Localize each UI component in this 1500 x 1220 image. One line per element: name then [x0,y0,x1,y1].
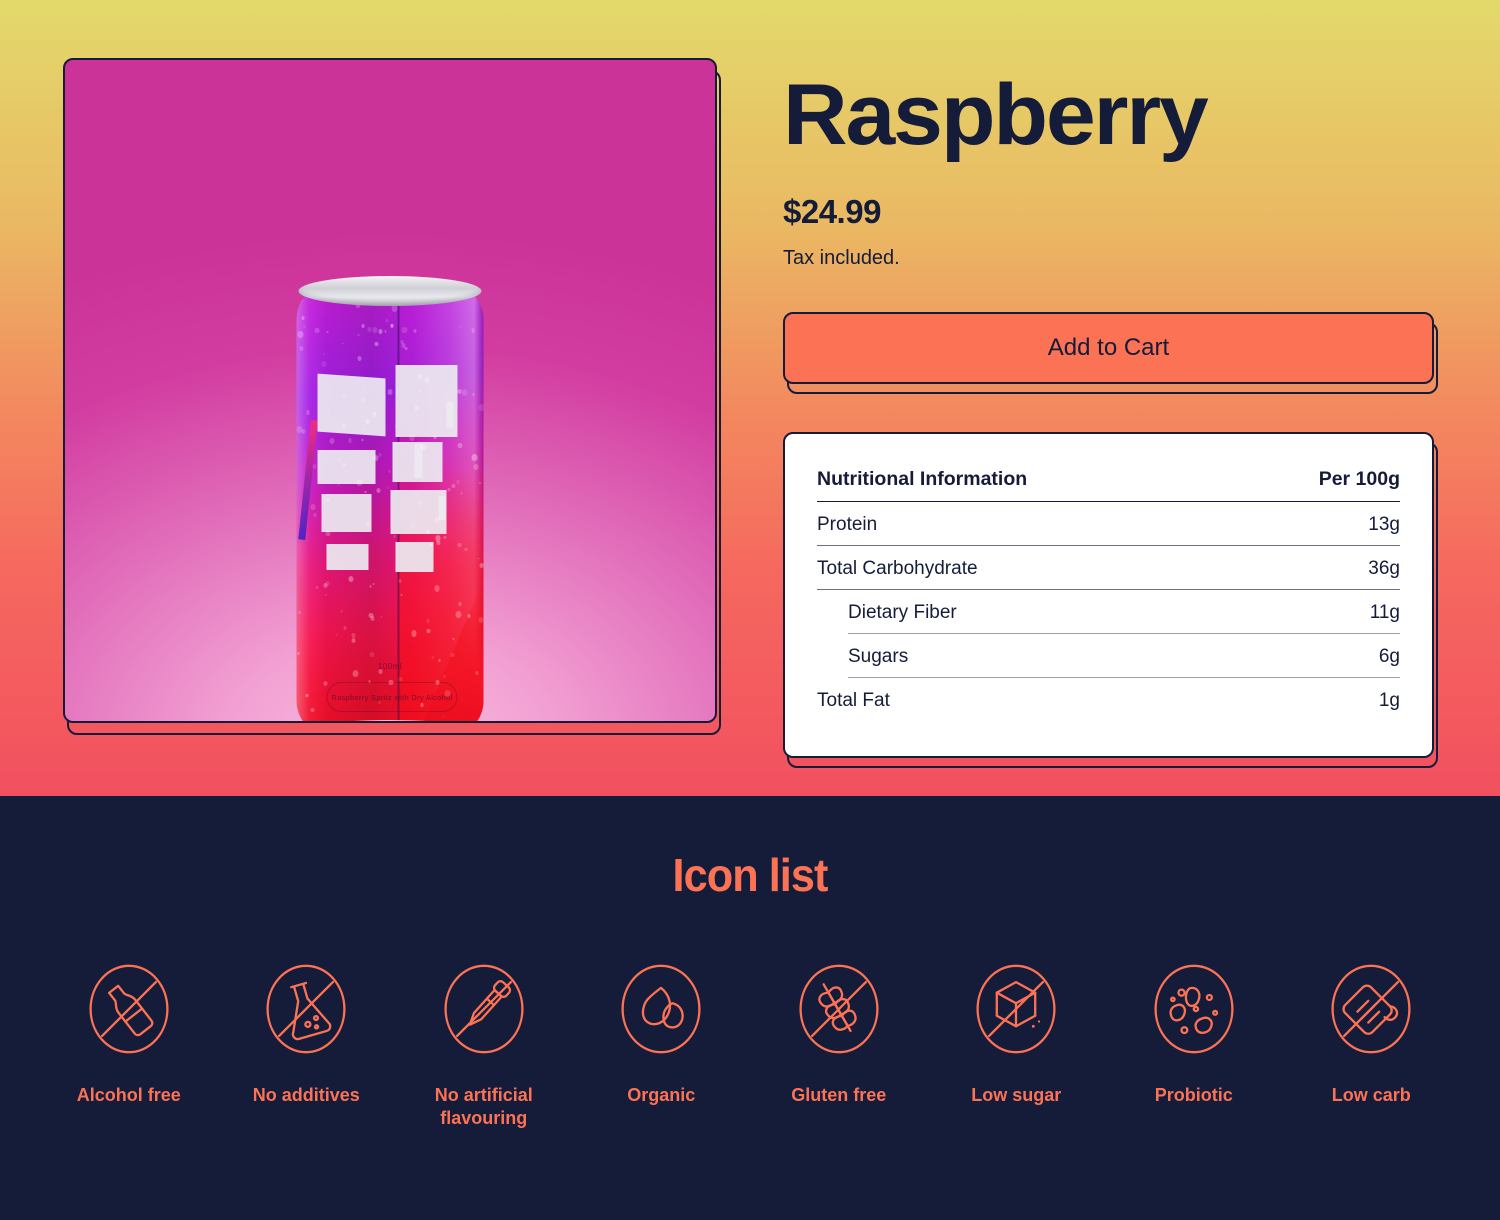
icon-list-item-low-sugar[interactable]: Low sugar [928,954,1106,1107]
nutrition-card: Nutritional Information Per 100g Protein… [783,431,1434,758]
nutrition-table: Nutritional Information Per 100g Protein… [817,467,1400,721]
nutrient-label: Protein [817,501,1228,546]
can-block [326,544,369,570]
can-block [321,494,372,532]
row-indent-spacer [817,633,848,677]
product-hero: 100ml Raspberry Spritz with Dry Alcohol … [0,0,1500,796]
can-block [438,496,446,520]
nutrient-label: Total Carbohydrate [817,545,1228,590]
gluten-free-wheat-icon [791,954,887,1064]
nutrient-value: 13g [1227,501,1400,546]
icon-list-item-label: Low sugar [971,1085,1062,1105]
no-additives-flask-icon [258,954,354,1064]
table-row: Total Fat 1g [817,677,1400,721]
nutrition-header-amount: Per 100g [1227,467,1400,502]
icon-list-item-no-artificial-flavouring[interactable]: No artificial flavouring [395,954,573,1129]
nutrient-value: 1g [1378,689,1400,711]
table-header-row: Nutritional Information Per 100g [817,467,1400,502]
nutrition-card-wrapper: Nutritional Information Per 100g Protein… [783,431,1438,768]
can-description-box: Raspberry Spritz with Dry Alcohol [326,682,458,712]
nutrient-label: Total Fat [817,689,890,711]
icon-list-item-low-carb[interactable]: Low carb [1283,954,1461,1107]
can-lid [298,276,482,306]
product-image-card[interactable]: 100ml Raspberry Spritz with Dry Alcohol [63,58,721,735]
nutrient-value: 11g [1227,589,1400,634]
add-to-cart-wrapper: Add to Cart [783,311,1438,394]
low-sugar-cube-icon [968,954,1064,1064]
can-block [395,542,434,572]
product-image-frame[interactable]: 100ml Raspberry Spritz with Dry Alcohol [63,58,717,723]
icon-list-item-label: Organic [627,1085,696,1105]
nutrient-label: Dietary Fiber [848,589,1228,634]
icon-list-item-label: Alcohol free [76,1085,181,1105]
nutrient-value: 6g [1227,633,1400,678]
organic-leaves-icon [613,954,709,1064]
nutrition-header-name: Nutritional Information [817,467,1228,502]
nutrient-label: Sugars [848,633,1228,678]
icon-list-item-label: Probiotic [1154,1085,1233,1105]
icon-list-title: Icon list [672,849,829,901]
table-row: Sugars 6g [817,633,1400,678]
table-row: Total Carbohydrate 36g [817,545,1400,590]
can-block [317,373,386,437]
icon-list-item-no-additives[interactable]: No additives [218,954,396,1107]
can-block [317,450,376,484]
icon-list-item-label: No additives [252,1085,360,1105]
low-carb-bread-icon [1323,954,1419,1064]
product-price: $24.99 [783,192,881,230]
add-to-cart-button[interactable]: Add to Cart [783,311,1434,384]
icon-list-item-label: Low carb [1331,1085,1411,1105]
table-row: Protein 13g [817,501,1400,546]
table-row: Dietary Fiber 11g [817,589,1400,634]
can-streak [298,419,318,541]
soda-can-image: 100ml Raspberry Spritz with Dry Alcohol [296,276,484,721]
can-description-text: Raspberry Spritz with Dry Alcohol [331,692,453,702]
no-artificial-flavouring-dropper-icon [436,954,532,1064]
product-info-column: Raspberry $24.99 Tax included. Add to Ca… [783,0,1443,796]
nutrient-value: 36g [1227,545,1400,590]
row-indent-spacer [817,589,848,633]
icon-list-item-label: No artificial flavouring [434,1085,533,1128]
icon-list-item-alcohol-free[interactable]: Alcohol free [40,954,218,1107]
probiotic-bacteria-icon [1146,954,1242,1064]
page-title: Raspberry [783,67,1209,163]
can-body: 100ml Raspberry Spritz with Dry Alcohol [296,290,484,721]
icon-list-section: Icon list Alcohol free No additives No art… [0,796,1500,1220]
can-block [446,402,454,428]
no-alcohol-icon [81,954,177,1064]
icon-list-item-gluten-free[interactable]: Gluten free [750,954,928,1107]
icon-list-row: Alcohol free No additives No artificial fl… [0,954,1500,1129]
tax-note: Tax included. [783,246,900,269]
icon-list-item-label: Gluten free [791,1085,887,1105]
icon-list-item-probiotic[interactable]: Probiotic [1105,954,1283,1107]
can-block [414,444,423,478]
can-volume-text: 100ml [377,662,403,671]
icon-list-item-organic[interactable]: Organic [573,954,751,1107]
